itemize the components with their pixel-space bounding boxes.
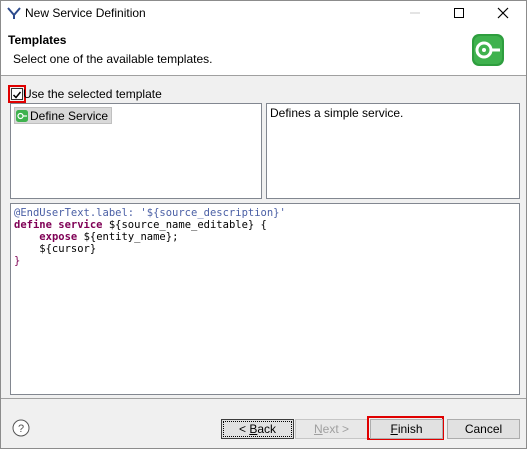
maximize-icon — [454, 8, 464, 18]
template-description: Defines a simple service. — [270, 106, 404, 120]
page-title: Templates — [8, 33, 67, 47]
wizard-header: Templates Select one of the available te… — [1, 25, 526, 76]
window-title: New Service Definition — [25, 6, 146, 20]
page-description: Select one of the available templates. — [13, 52, 213, 66]
close-icon — [497, 7, 509, 19]
svg-text:?: ? — [18, 423, 24, 435]
finish-button[interactable]: Finish — [370, 419, 443, 439]
code-line: @EndUserText.label: '${source_descriptio… — [14, 207, 286, 219]
template-description-panel: Defines a simple service. — [266, 103, 520, 199]
back-button[interactable]: < Back — [221, 419, 294, 439]
code-line: ${cursor} — [14, 243, 97, 255]
service-definition-icon — [472, 34, 504, 66]
code-line: define service ${source_name_editable} { — [14, 219, 267, 231]
cancel-button[interactable]: Cancel — [447, 419, 520, 439]
template-list[interactable]: Define Service — [10, 103, 262, 199]
eclipse-app-icon — [7, 7, 21, 19]
close-button[interactable] — [481, 1, 525, 25]
maximize-button[interactable] — [437, 1, 481, 25]
code-line: expose ${entity_name}; — [39, 231, 179, 243]
dialog-window: New Service Definition Templates Select … — [0, 0, 527, 449]
title-bar: New Service Definition — [1, 1, 526, 25]
help-icon[interactable]: ? — [12, 419, 30, 437]
checkmark-icon — [12, 91, 22, 99]
minimize-button[interactable] — [393, 1, 437, 25]
next-button[interactable]: Next > — [295, 419, 368, 439]
footer-separator — [1, 398, 526, 399]
code-preview[interactable]: @EndUserText.label: '${source_descriptio… — [10, 203, 520, 395]
use-template-label[interactable]: Use the selected template — [23, 87, 162, 101]
minimize-icon — [410, 12, 420, 14]
code-line: } — [14, 255, 21, 267]
service-definition-icon — [16, 109, 28, 122]
template-item-label: Define Service — [30, 108, 109, 123]
use-template-checkbox[interactable] — [11, 88, 23, 100]
list-item[interactable]: Define Service — [14, 107, 113, 124]
